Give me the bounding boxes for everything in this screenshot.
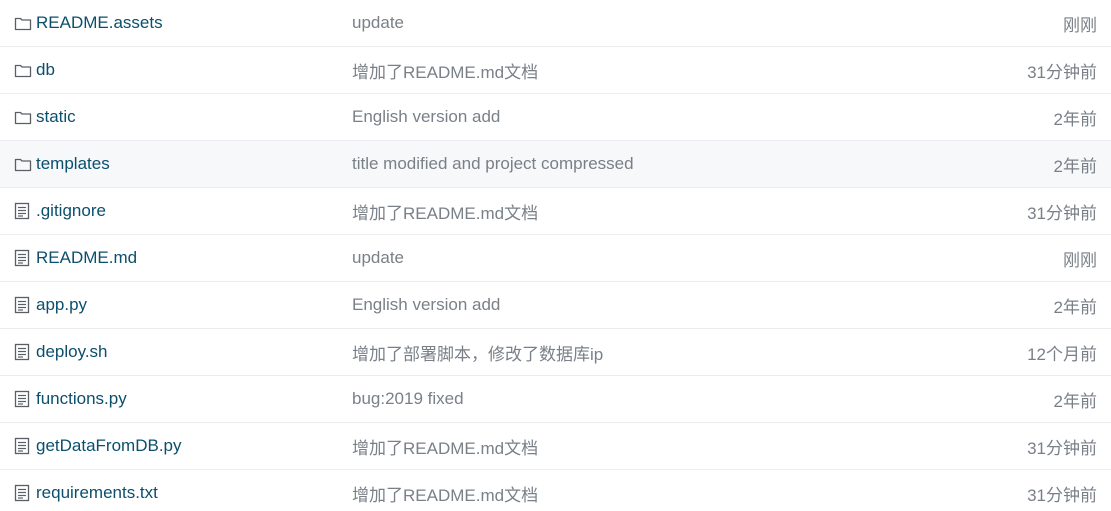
commit-message-link[interactable]: 增加了README.md文档: [352, 199, 897, 224]
commit-message-link[interactable]: 增加了部署脚本，修改了数据库ip: [352, 340, 897, 365]
file-row[interactable]: db 增加了README.md文档 31分钟前: [0, 47, 1111, 94]
commit-message-link[interactable]: English version add: [352, 107, 897, 127]
file-icon: [14, 249, 36, 267]
file-row[interactable]: templates title modified and project com…: [0, 141, 1111, 188]
file-icon: [14, 437, 36, 455]
file-row[interactable]: README.assets update 刚刚: [0, 0, 1111, 47]
folder-icon: [14, 109, 36, 125]
file-name-link[interactable]: static: [36, 107, 352, 127]
file-row[interactable]: getDataFromDB.py 增加了README.md文档 31分钟前: [0, 423, 1111, 470]
commit-message-link[interactable]: English version add: [352, 295, 897, 315]
file-name-link[interactable]: templates: [36, 154, 352, 174]
file-name-link[interactable]: .gitignore: [36, 201, 352, 221]
commit-time: 2年前: [1053, 297, 1097, 317]
commit-time: 31分钟前: [1027, 203, 1097, 223]
file-name-link[interactable]: README.md: [36, 248, 352, 268]
commit-message-link[interactable]: bug:2019 fixed: [352, 389, 897, 409]
file-name-link[interactable]: db: [36, 60, 352, 80]
commit-message-link[interactable]: 增加了README.md文档: [352, 58, 897, 83]
commit-message-link[interactable]: 增加了README.md文档: [352, 434, 897, 459]
file-row[interactable]: functions.py bug:2019 fixed 2年前: [0, 376, 1111, 423]
file-icon: [14, 484, 36, 502]
file-icon: [14, 390, 36, 408]
commit-time: 12个月前: [1027, 344, 1097, 364]
file-icon: [14, 296, 36, 314]
file-row[interactable]: .gitignore 增加了README.md文档 31分钟前: [0, 188, 1111, 235]
folder-icon: [14, 62, 36, 78]
file-name-link[interactable]: README.assets: [36, 13, 352, 33]
commit-time: 31分钟前: [1027, 485, 1097, 505]
file-name-link[interactable]: getDataFromDB.py: [36, 436, 352, 456]
file-row[interactable]: deploy.sh 增加了部署脚本，修改了数据库ip 12个月前: [0, 329, 1111, 376]
commit-time: 2年前: [1053, 109, 1097, 129]
commit-time: 2年前: [1053, 156, 1097, 176]
file-icon: [14, 343, 36, 361]
file-row[interactable]: requirements.txt 增加了README.md文档 31分钟前: [0, 470, 1111, 511]
file-name-link[interactable]: app.py: [36, 295, 352, 315]
commit-time: 刚刚: [1063, 15, 1097, 35]
commit-message-link[interactable]: title modified and project compressed: [352, 154, 897, 174]
commit-message-link[interactable]: update: [352, 13, 897, 33]
commit-message-link[interactable]: 增加了README.md文档: [352, 481, 897, 506]
file-row[interactable]: static English version add 2年前: [0, 94, 1111, 141]
file-row[interactable]: README.md update 刚刚: [0, 235, 1111, 282]
file-list: README.assets update 刚刚 db 增加了README.md文…: [0, 0, 1111, 511]
file-name-link[interactable]: deploy.sh: [36, 342, 352, 362]
folder-icon: [14, 15, 36, 31]
commit-time: 刚刚: [1063, 250, 1097, 270]
file-icon: [14, 202, 36, 220]
file-name-link[interactable]: functions.py: [36, 389, 352, 409]
commit-message-link[interactable]: update: [352, 248, 897, 268]
folder-icon: [14, 156, 36, 172]
file-row[interactable]: app.py English version add 2年前: [0, 282, 1111, 329]
commit-time: 2年前: [1053, 391, 1097, 411]
commit-time: 31分钟前: [1027, 438, 1097, 458]
commit-time: 31分钟前: [1027, 62, 1097, 82]
file-name-link[interactable]: requirements.txt: [36, 483, 352, 503]
